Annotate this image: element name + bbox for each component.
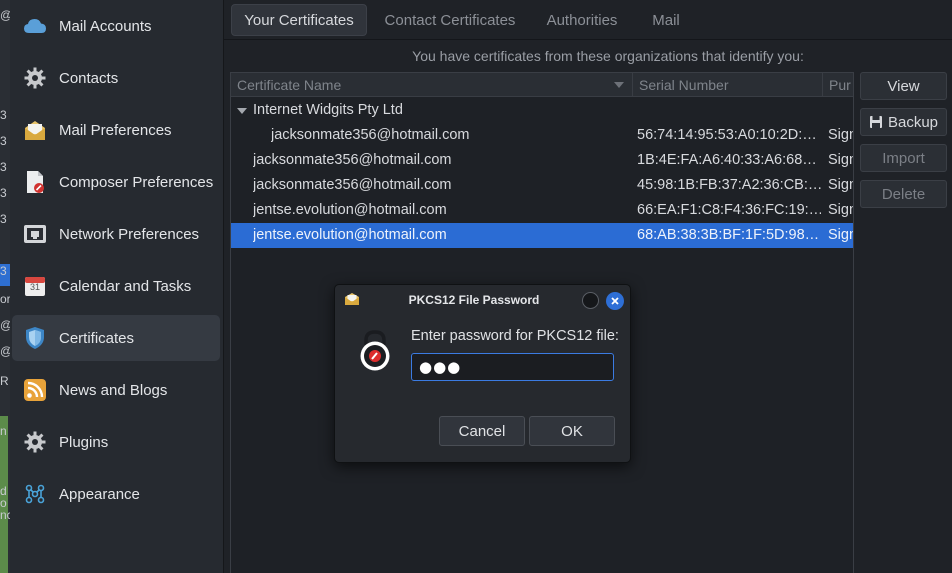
sidebar-item-mail-preferences[interactable]: Mail Preferences bbox=[12, 107, 220, 153]
sidebar-item-mail-accounts[interactable]: Mail Accounts bbox=[12, 3, 220, 49]
background-fragment: or bbox=[0, 292, 10, 306]
background-fragment: 3 bbox=[0, 186, 7, 200]
sort-caret-icon bbox=[614, 82, 624, 88]
background-fragment: @ bbox=[0, 344, 10, 366]
column-header-serial-number[interactable]: Serial Number bbox=[633, 73, 823, 97]
purpose: Sign bbox=[828, 227, 853, 243]
tab-your-certificates[interactable]: Your Certificates bbox=[231, 4, 367, 36]
background-fragment: 3 bbox=[0, 108, 7, 122]
serial-number: 45:98:1B:FB:37:A2:36:CB:… bbox=[637, 177, 821, 193]
preferences-sidebar: Mail Accounts Contacts Mail Preferences … bbox=[10, 0, 224, 573]
background-fragment: 3 bbox=[0, 160, 7, 174]
background-fragment: @ bbox=[0, 318, 10, 340]
appearance-icon bbox=[22, 481, 48, 507]
certificate-tabs: Your Certificates Contact Certificates A… bbox=[224, 0, 952, 40]
tab-mail[interactable]: Mail bbox=[638, 4, 694, 36]
backup-button[interactable]: Backup bbox=[860, 108, 947, 136]
calendar-icon: 31 bbox=[22, 273, 48, 299]
minimize-icon[interactable] bbox=[582, 292, 599, 309]
close-icon[interactable] bbox=[606, 292, 624, 310]
sidebar-item-label: News and Blogs bbox=[59, 381, 168, 399]
certificate-name: jacksonmate356@hotmail.com bbox=[253, 177, 452, 193]
sidebar-item-network-preferences[interactable]: Network Preferences bbox=[12, 211, 220, 257]
sidebar-item-plugins[interactable]: Plugins bbox=[12, 419, 220, 465]
ok-button[interactable]: OK bbox=[529, 416, 615, 446]
envelope-icon bbox=[22, 117, 48, 143]
sidebar-item-calendar-and-tasks[interactable]: 31 Calendar and Tasks bbox=[12, 263, 220, 309]
dialog-title: PKCS12 File Password bbox=[408, 293, 540, 307]
background-window: @ 3 3 3 3 3 3 or @ @ R n d o nc bbox=[0, 0, 10, 573]
table-header: Certificate Name Serial Number Pur bbox=[231, 73, 853, 97]
document-edit-icon bbox=[22, 169, 48, 195]
sidebar-item-label: Composer Preferences bbox=[59, 173, 214, 191]
column-header-certificate-name[interactable]: Certificate Name bbox=[231, 73, 633, 97]
sidebar-item-label: Network Preferences bbox=[59, 225, 200, 243]
certificate-name: jacksonmate356@hotmail.com bbox=[271, 127, 470, 143]
network-icon bbox=[22, 221, 48, 247]
sidebar-item-certificates[interactable]: Certificates bbox=[12, 315, 220, 361]
password-prompt: Enter password for PKCS12 file: bbox=[411, 328, 619, 344]
background-fragment: @ bbox=[0, 8, 10, 30]
serial-number: 1B:4E:FA:A6:40:33:A6:68… bbox=[637, 152, 817, 168]
rss-icon bbox=[22, 377, 48, 403]
background-fragment: 3 bbox=[0, 134, 7, 148]
purpose: Sign bbox=[828, 127, 853, 143]
calendar-day: 31 bbox=[29, 282, 40, 292]
certificate-name: jacksonmate356@hotmail.com bbox=[253, 152, 452, 168]
password-input[interactable] bbox=[411, 353, 614, 381]
sidebar-item-label: Plugins bbox=[59, 433, 109, 451]
pkcs12-password-dialog: PKCS12 File Password Enter password for … bbox=[334, 284, 631, 463]
tree-group-row[interactable]: Internet Widgits Pty Ltd bbox=[231, 98, 853, 123]
serial-number: 68:AB:38:3B:BF:1F:5D:98… bbox=[637, 227, 820, 243]
tab-contact-certificates[interactable]: Contact Certificates bbox=[376, 4, 524, 36]
cloud-icon bbox=[22, 13, 48, 39]
lock-icon bbox=[360, 330, 390, 371]
table-row[interactable]: jacksonmate356@hotmail.com 45:98:1B:FB:3… bbox=[231, 173, 853, 198]
delete-button[interactable]: Delete bbox=[860, 180, 947, 208]
view-button[interactable]: View bbox=[860, 72, 947, 100]
serial-number: 56:74:14:95:53:A0:10:2D:… bbox=[637, 127, 817, 143]
table-row[interactable]: jentse.evolution@hotmail.com 66:EA:F1:C8… bbox=[231, 198, 853, 223]
column-header-label: Certificate Name bbox=[237, 77, 342, 93]
shield-icon bbox=[22, 325, 48, 351]
sidebar-item-label: Mail Preferences bbox=[59, 121, 172, 139]
cancel-button[interactable]: Cancel bbox=[439, 416, 525, 446]
purpose: Sign bbox=[828, 177, 853, 193]
sidebar-item-appearance[interactable]: Appearance bbox=[12, 471, 220, 517]
sidebar-item-label: Mail Accounts bbox=[59, 17, 152, 35]
column-header-purposes[interactable]: Pur bbox=[823, 73, 853, 97]
background-fragment: 3 bbox=[0, 264, 10, 286]
import-button[interactable]: Import bbox=[860, 144, 947, 172]
tab-authorities[interactable]: Authorities bbox=[534, 4, 630, 36]
sidebar-item-label: Certificates bbox=[59, 329, 135, 347]
table-row-selected[interactable]: jentse.evolution@hotmail.com 68:AB:38:3B… bbox=[231, 223, 853, 248]
intro-text: You have certificates from these organiz… bbox=[412, 48, 804, 64]
background-fragment: n bbox=[0, 424, 7, 438]
purpose: Sign bbox=[828, 152, 853, 168]
gear-icon bbox=[22, 65, 48, 91]
sidebar-item-contacts[interactable]: Contacts bbox=[12, 55, 220, 101]
sidebar-item-label: Calendar and Tasks bbox=[59, 277, 192, 295]
expander-icon[interactable] bbox=[237, 108, 247, 114]
sidebar-item-composer-preferences[interactable]: Composer Preferences bbox=[12, 159, 220, 205]
certificate-name: jentse.evolution@hotmail.com bbox=[253, 202, 447, 218]
purpose: Sign bbox=[828, 202, 853, 218]
sidebar-item-label: Appearance bbox=[59, 485, 140, 503]
group-name: Internet Widgits Pty Ltd bbox=[253, 102, 403, 118]
serial-number: 66:EA:F1:C8:F4:36:FC:19:… bbox=[637, 202, 821, 218]
table-row[interactable]: jacksonmate356@hotmail.com 56:74:14:95:5… bbox=[231, 123, 853, 148]
save-icon bbox=[869, 116, 882, 128]
sidebar-item-news-and-blogs[interactable]: News and Blogs bbox=[12, 367, 220, 413]
sidebar-item-label: Contacts bbox=[59, 69, 119, 87]
table-row[interactable]: jacksonmate356@hotmail.com 1B:4E:FA:A6:4… bbox=[231, 148, 853, 173]
background-fragment: R bbox=[0, 374, 9, 388]
dialog-titlebar[interactable]: PKCS12 File Password bbox=[335, 285, 630, 315]
backup-button-label: Backup bbox=[887, 113, 939, 131]
background-fragment: 3 bbox=[0, 212, 7, 226]
certificate-name: jentse.evolution@hotmail.com bbox=[253, 227, 447, 243]
background-fragment: nc bbox=[0, 508, 10, 522]
gear-icon bbox=[22, 429, 48, 455]
